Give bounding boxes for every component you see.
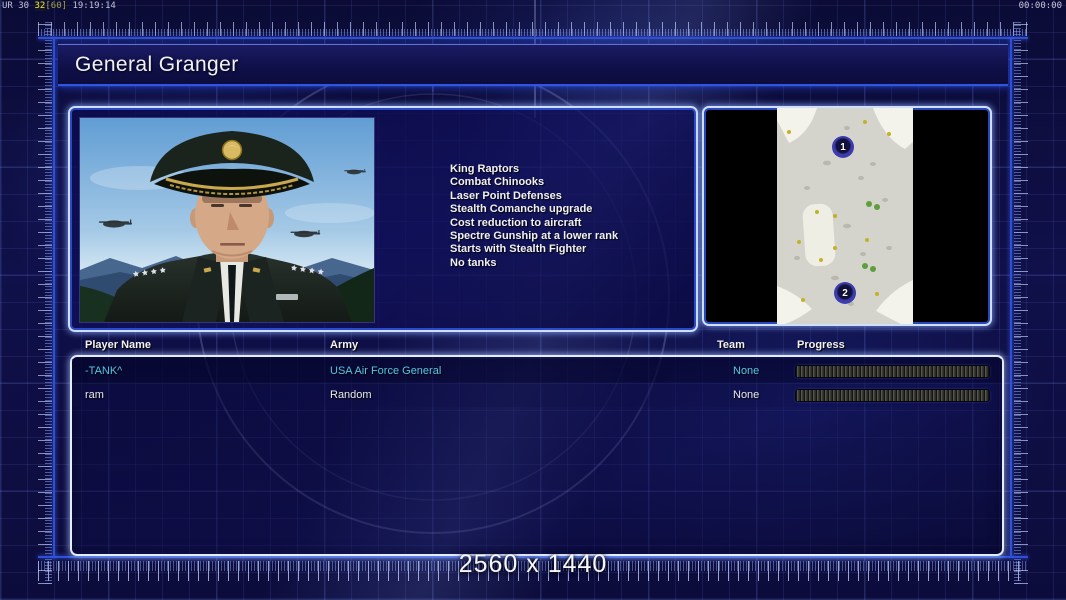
frame-ruler-left [38,22,52,584]
player-list-panel: -TANK^ USA Air Force General None ram Ra… [70,355,1004,556]
ability-item: Laser Point Defenses [450,190,618,203]
table-row: -TANK^ USA Air Force General None [72,359,1002,383]
player-progress-fill [796,366,989,377]
fps-cap: [60] [45,1,67,11]
ability-item: No tanks [450,257,618,270]
start-position-marker-1: 1 [832,136,854,158]
resolution-label: 2560 x 1440 [0,550,1066,579]
map-thumbnail: 1 2 [777,108,913,324]
general-info-panel: King RaptorsCombat ChinooksLaser Point D… [68,106,698,332]
general-portrait-image [80,118,374,322]
ability-item: Starts with Stealth Fighter [450,243,618,256]
frame-line-left [53,37,55,558]
player-name: ram [85,389,104,401]
abilities-list: King RaptorsCombat ChinooksLaser Point D… [450,163,618,270]
ability-item: Combat Chinooks [450,176,618,189]
column-header-army: Army [330,339,358,351]
player-progress-bar [795,365,990,378]
clock-readout: 19:19:14 [72,1,115,11]
loading-screen: UR 30 32[60] 19:19:14 00:00:00 General G… [0,0,1066,600]
map-preview-panel: 1 2 [702,106,992,326]
frame-ruler-top [38,22,1028,36]
player-progress-fill [796,390,989,401]
ability-item: Stealth Comanche upgrade [450,203,618,216]
ability-item: King Raptors [450,163,618,176]
frame-ruler-right [1014,22,1028,584]
general-portrait [79,117,375,323]
fps-debug-readout: UR 30 32[60] 19:19:14 [2,1,116,12]
player-team: None [733,389,759,401]
player-army: USA Air Force General [330,365,441,377]
column-header-progress: Progress [797,339,845,351]
player-army: Random [330,389,372,401]
page-title: General Granger [75,53,239,77]
fps-prefix: UR 30 [2,1,29,11]
ability-item: Cost reduction to aircraft [450,217,618,230]
player-team: None [733,365,759,377]
player-name: -TANK^ [85,365,122,377]
title-bar: General Granger [58,44,1008,86]
frame-line-right [1010,37,1012,558]
start-position-marker-2: 2 [834,282,856,304]
column-header-team: Team [717,339,745,351]
player-progress-bar [795,389,990,402]
table-row: ram Random None [72,383,1002,407]
frame-line-top [38,37,1028,39]
player-list-body: -TANK^ USA Air Force General None ram Ra… [72,359,1002,407]
column-header-player-name: Player Name [85,339,151,351]
ability-item: Spectre Gunship at a lower rank [450,230,618,243]
match-timer: 00:00:00 [1019,1,1062,12]
player-table-header: Player Name Army Team Progress [0,339,1066,355]
fps-value: 32 [35,1,46,11]
